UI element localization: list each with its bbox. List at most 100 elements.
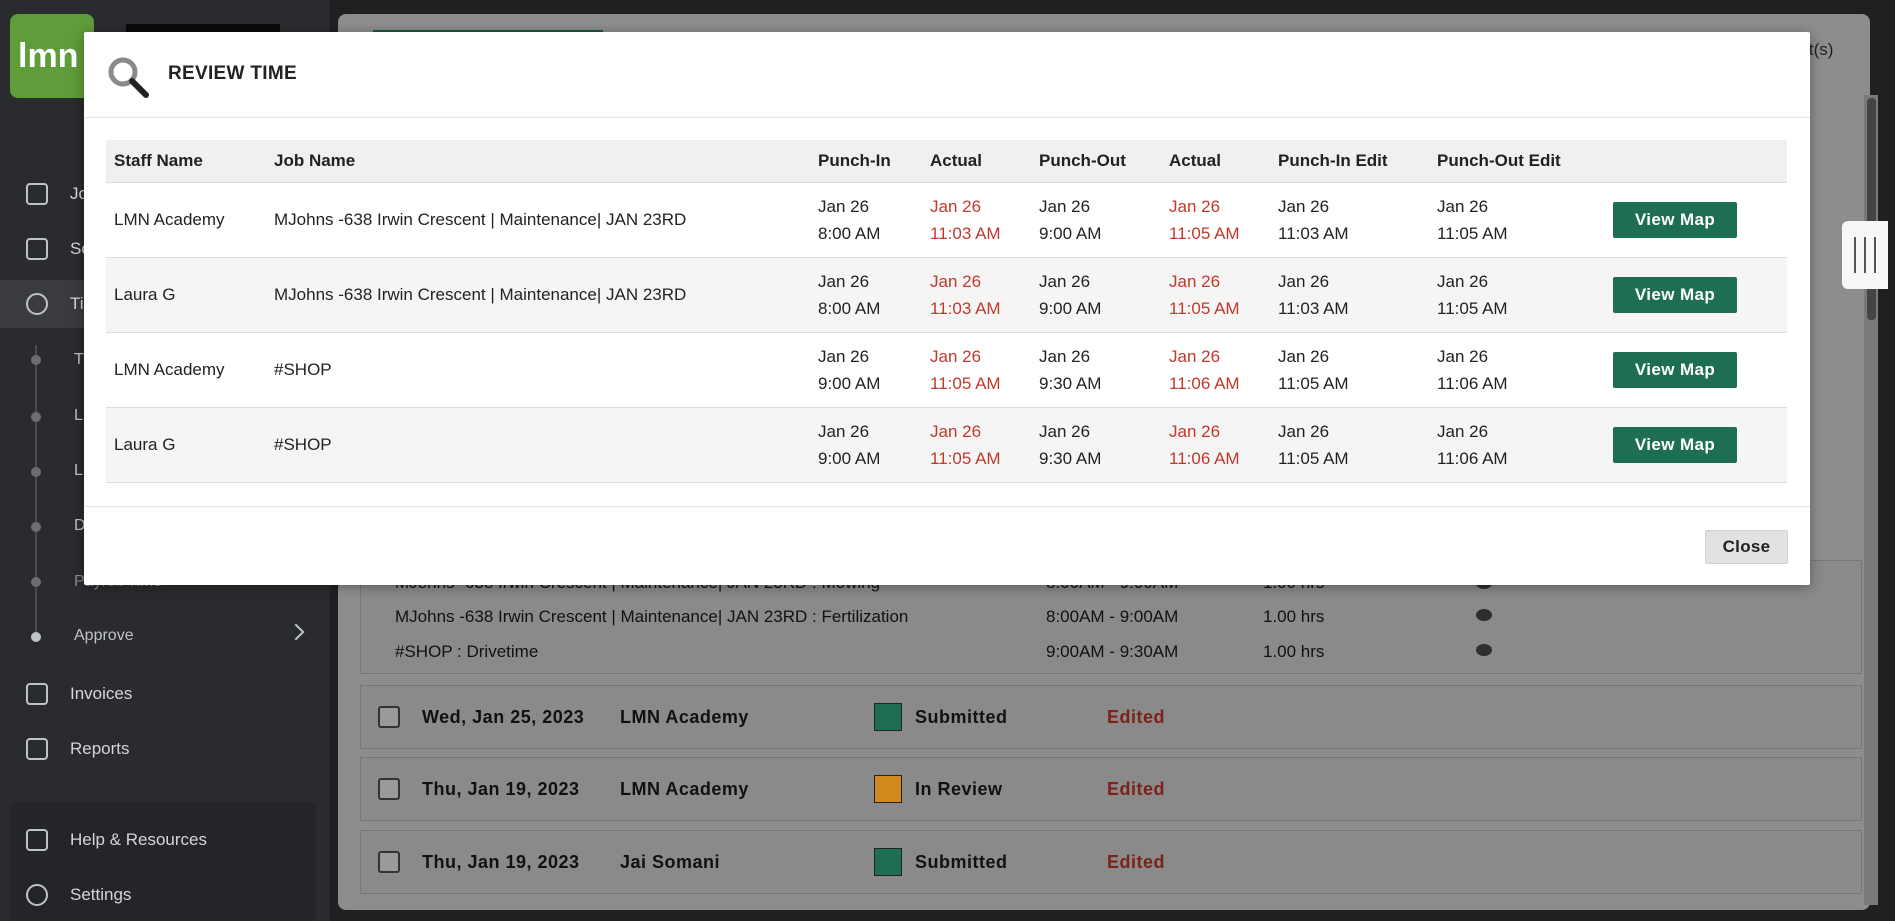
- comment-icon[interactable]: [1476, 644, 1492, 656]
- comment-icon[interactable]: [1476, 609, 1492, 621]
- job-name: MJohns -638 Irwin Crescent | Maintenance…: [266, 181, 810, 257]
- punch-in-time: 8:00 AM: [818, 298, 881, 318]
- modal-header: REVIEW TIME: [84, 32, 1810, 118]
- actual-in: Jan 26 11:03 AM: [922, 181, 1031, 257]
- edit-out-date: Jan 26: [1437, 271, 1489, 291]
- view-map-button[interactable]: View Map: [1613, 201, 1737, 238]
- close-button[interactable]: Close: [1705, 530, 1788, 564]
- punch-in-edit: Jan 26 11:05 AM: [1270, 406, 1429, 483]
- view-map-button[interactable]: View Map: [1613, 426, 1737, 463]
- timesheet-staff: LMN Academy: [620, 778, 749, 799]
- punch-out-time: 9:00 AM: [1039, 223, 1102, 243]
- jobs-icon: [26, 183, 48, 205]
- column-header: [1605, 140, 1787, 182]
- submenu-item[interactable]: T: [74, 351, 84, 369]
- punch-out-time: 9:00 AM: [1039, 298, 1102, 318]
- review-time-table: Staff Name Job Name Punch-In Actual Punc…: [106, 140, 1787, 483]
- logo[interactable]: lmn: [10, 14, 94, 98]
- row-checkbox[interactable]: [378, 778, 400, 800]
- sidebar-item-label: Invoices: [70, 684, 133, 703]
- job-name: #SHOP: [266, 406, 810, 483]
- submenu-dot: [31, 467, 41, 477]
- actual-in-date: Jan 26: [930, 421, 982, 441]
- submenu-item-approve[interactable]: Approve: [74, 627, 134, 645]
- timesheet-date: Thu, Jan 19, 2023: [422, 778, 580, 799]
- column-header: Staff Name: [106, 140, 266, 182]
- timesheet-row[interactable]: Thu, Jan 19, 2023 Jai Somani Submitted E…: [360, 830, 1862, 894]
- review-time-modal: REVIEW TIME Staff Name Job Name Punch-In…: [84, 32, 1810, 585]
- punch-in: Jan 26 8:00 AM: [810, 181, 922, 257]
- submenu-dot: [31, 632, 41, 642]
- detail-line-text: #SHOP : Drivetime: [395, 642, 539, 661]
- sidebar-item-label: Help & Resources: [70, 830, 208, 849]
- edit-in-time: 11:05 AM: [1278, 373, 1349, 393]
- punch-out: Jan 26 9:00 AM: [1031, 181, 1161, 257]
- staff-name: Laura G: [106, 406, 266, 483]
- column-header: Punch-In: [810, 140, 922, 182]
- sidebar-item-label: Reports: [70, 739, 130, 758]
- punch-in-edit: Jan 26 11:03 AM: [1270, 256, 1429, 332]
- actual-in-date: Jan 26: [930, 271, 982, 291]
- report-icon: [26, 738, 48, 760]
- actual-in-time: 11:03 AM: [930, 298, 1001, 318]
- submenu-item[interactable]: L: [74, 407, 83, 425]
- punch-in-date: Jan 26: [818, 421, 870, 441]
- edit-out-date: Jan 26: [1437, 196, 1489, 216]
- staff-name: Laura G: [106, 256, 266, 332]
- column-header: Actual: [1161, 140, 1270, 182]
- view-map-button[interactable]: View Map: [1613, 276, 1737, 313]
- timesheet-row[interactable]: Thu, Jan 19, 2023 LMN Academy In Review …: [360, 757, 1862, 821]
- edit-in-time: 11:03 AM: [1278, 223, 1349, 243]
- edited-badge: Edited: [1107, 851, 1166, 872]
- status-label: In Review: [915, 778, 1003, 799]
- timesheet-date: Thu, Jan 19, 2023: [422, 851, 580, 872]
- submenu-item[interactable]: L: [74, 462, 83, 480]
- punch-in: Jan 26 9:00 AM: [810, 331, 922, 407]
- actual-in: Jan 26 11:05 AM: [922, 331, 1031, 407]
- chevron-right-icon[interactable]: [287, 623, 305, 641]
- column-header: Punch-In Edit: [1270, 140, 1429, 182]
- sidebar-item-settings[interactable]: Settings: [0, 871, 330, 919]
- sidebar-item-reports[interactable]: Reports: [0, 725, 330, 773]
- timesheet-date: Wed, Jan 25, 2023: [422, 706, 585, 727]
- staff-name: LMN Academy: [106, 331, 266, 407]
- actual-out-time: 11:06 AM: [1169, 448, 1240, 468]
- submenu-dot: [31, 412, 41, 422]
- actual-out-date: Jan 26: [1169, 196, 1221, 216]
- edit-out-time: 11:05 AM: [1437, 223, 1508, 243]
- row-checkbox[interactable]: [378, 851, 400, 873]
- punch-in-time: 9:00 AM: [818, 373, 881, 393]
- row-checkbox[interactable]: [378, 706, 400, 728]
- status-swatch: [874, 775, 902, 803]
- punch-in-time: 9:00 AM: [818, 448, 881, 468]
- punch-in-edit: Jan 26 11:05 AM: [1270, 331, 1429, 407]
- punch-out-edit: Jan 26 11:05 AM: [1429, 256, 1605, 332]
- edit-out-date: Jan 26: [1437, 421, 1489, 441]
- sidebar-item-help[interactable]: Help & Resources: [0, 816, 330, 864]
- view-map-button[interactable]: View Map: [1613, 351, 1737, 388]
- column-header: Actual: [922, 140, 1031, 182]
- punch-out-date: Jan 26: [1039, 196, 1091, 216]
- punch-in-date: Jan 26: [818, 271, 870, 291]
- column-header: Punch-Out Edit: [1429, 140, 1605, 182]
- punch-in: Jan 26 9:00 AM: [810, 406, 922, 483]
- actual-out-time: 11:06 AM: [1169, 373, 1240, 393]
- actual-in-date: Jan 26: [930, 346, 982, 366]
- job-name: MJohns -638 Irwin Crescent | Maintenance…: [266, 256, 810, 332]
- actual-out: Jan 26 11:05 AM: [1161, 181, 1270, 257]
- actual-in-time: 11:05 AM: [930, 448, 1001, 468]
- submenu-dot: [31, 522, 41, 532]
- help-icon: [26, 829, 48, 851]
- calendar-icon: [26, 238, 48, 260]
- timesheet-staff: Jai Somani: [620, 851, 721, 872]
- filter-sliders-icon[interactable]: [1842, 221, 1888, 289]
- timesheet-row[interactable]: Wed, Jan 25, 2023 LMN Academy Submitted …: [360, 685, 1862, 749]
- punch-out: Jan 26 9:30 AM: [1031, 331, 1161, 407]
- table-row: Laura G MJohns -638 Irwin Crescent | Mai…: [106, 256, 1787, 332]
- timesheet-staff: LMN Academy: [620, 706, 749, 727]
- actual-out: Jan 26 11:06 AM: [1161, 406, 1270, 483]
- sidebar-item-invoices[interactable]: Invoices: [0, 670, 330, 718]
- actual-out-date: Jan 26: [1169, 421, 1221, 441]
- magnifier-icon: [108, 57, 149, 98]
- column-header: Punch-Out: [1031, 140, 1161, 182]
